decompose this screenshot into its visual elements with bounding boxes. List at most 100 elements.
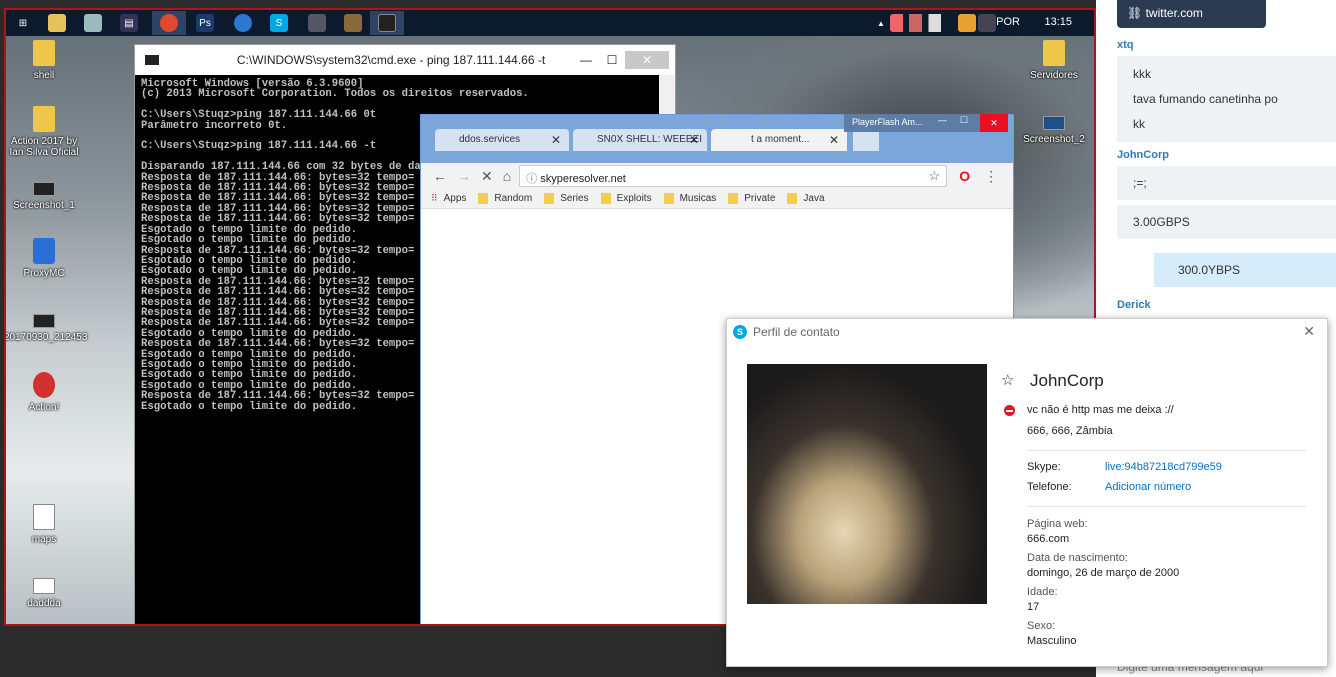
skype-icon: S bbox=[733, 325, 747, 339]
document-icon bbox=[33, 504, 55, 530]
app-icon[interactable]: ▤ bbox=[120, 14, 138, 32]
desktop-icon-screenshot-1[interactable]: Screenshot_1 bbox=[6, 174, 84, 211]
age-value: 17 bbox=[1027, 601, 1040, 613]
address-bar[interactable]: ⓘ skyperesolver.net ☆ bbox=[519, 165, 948, 187]
minimize-button[interactable]: — bbox=[938, 115, 947, 125]
profile-photo bbox=[747, 364, 987, 604]
bookmark-folder[interactable]: Musicas bbox=[663, 193, 716, 204]
message-bubble[interactable]: ;=; bbox=[1117, 166, 1336, 200]
link-icon: ⛓ bbox=[1127, 6, 1146, 20]
birth-value: domingo, 26 de março de 2000 bbox=[1027, 567, 1180, 579]
desktop-icon-servidores[interactable]: Servidores bbox=[1014, 40, 1094, 81]
skype-id[interactable]: live:94b87218cd799e59 bbox=[1105, 461, 1222, 473]
chrome-toolbar: ← → ✕ ⌂ ⓘ skyperesolver.net ☆ O ⋮ bbox=[421, 163, 1013, 189]
web-value: 666.com bbox=[1027, 533, 1070, 545]
own-message-bubble[interactable]: 300.0YBPS bbox=[1154, 253, 1336, 287]
bookmark-star-icon[interactable]: ☆ bbox=[929, 168, 941, 184]
computer-icon bbox=[33, 238, 55, 264]
birth-label: Data de nascimento: bbox=[1027, 552, 1128, 564]
tab-active[interactable]: t a moment... ✕ bbox=[711, 129, 847, 151]
minimize-button[interactable]: — bbox=[573, 53, 599, 67]
minecraft-icon[interactable] bbox=[344, 14, 362, 32]
bookmark-folder[interactable]: Private bbox=[728, 193, 775, 204]
message-bubble[interactable]: kkk tava fumando canetinha po kk bbox=[1117, 56, 1336, 142]
cmd-titlebar[interactable]: C:\WINDOWS\system32\cmd.exe - ping 187.1… bbox=[135, 45, 675, 75]
link-preview[interactable]: ⛓ twitter.com bbox=[1117, 0, 1266, 28]
chrome-taskbar-icon[interactable] bbox=[160, 14, 178, 32]
contact-profile-dialog[interactable]: S Perfil de contato ✕ ☆ JohnCorp vc não … bbox=[726, 318, 1328, 667]
tray-clock[interactable]: 13:15 bbox=[1044, 16, 1072, 28]
favorite-star-icon[interactable]: ☆ bbox=[1001, 371, 1014, 389]
opera-icon[interactable]: O bbox=[959, 168, 970, 184]
message-sender: Derick bbox=[1117, 299, 1151, 311]
explorer-icon[interactable] bbox=[48, 14, 66, 32]
folder-icon bbox=[663, 193, 674, 204]
close-tab-icon[interactable]: ✕ bbox=[551, 133, 561, 147]
tray-icons[interactable] bbox=[890, 14, 954, 32]
skype-label: Skype: bbox=[1027, 461, 1061, 473]
age-label: Idade: bbox=[1027, 586, 1058, 598]
desktop-icon-maps[interactable]: maps bbox=[6, 504, 84, 545]
document-icon bbox=[33, 578, 55, 594]
stop-icon[interactable]: ✕ bbox=[481, 168, 493, 185]
tray-app-icon[interactable] bbox=[958, 14, 976, 32]
tray-language[interactable]: POR bbox=[996, 16, 1020, 28]
do-not-disturb-icon bbox=[1004, 405, 1015, 416]
network-icon[interactable] bbox=[978, 14, 996, 32]
flash-player-window[interactable]: PlayerFlash Am... — ☐ ✕ bbox=[844, 114, 1008, 132]
bookmark-folder[interactable]: Exploits bbox=[600, 193, 652, 204]
folder-icon bbox=[33, 40, 55, 66]
profile-header: S Perfil de contato ✕ bbox=[727, 319, 1327, 345]
desktop-icon-daddda[interactable]: daddda bbox=[6, 570, 84, 609]
flash-title: PlayerFlash Am... bbox=[852, 117, 923, 127]
folder-icon bbox=[544, 193, 555, 204]
cmd-title: C:\WINDOWS\system32\cmd.exe - ping 187.1… bbox=[236, 53, 546, 67]
desktop-icon-action-folder[interactable]: Action 2017 by Ian Silva Oficial bbox=[6, 106, 84, 158]
cmd-taskbar-icon[interactable] bbox=[378, 14, 396, 32]
app-icon[interactable] bbox=[308, 14, 326, 32]
close-button[interactable]: ✕ bbox=[980, 114, 1008, 132]
new-tab-button[interactable] bbox=[853, 129, 879, 151]
desktop-icon-screenshot-2[interactable]: Screenshot_2 bbox=[1014, 108, 1094, 145]
bookmark-folder[interactable]: Series bbox=[544, 193, 589, 204]
close-button[interactable]: ✕ bbox=[625, 51, 669, 69]
message-sender: JohnCorp bbox=[1117, 149, 1169, 161]
back-icon[interactable]: ← bbox=[433, 168, 447, 184]
tab-shell[interactable]: SN0X SHELL: WEEEEI ✕ bbox=[573, 129, 707, 151]
contact-name: JohnCorp bbox=[1030, 371, 1104, 390]
bookmark-folder[interactable]: Java bbox=[787, 193, 825, 204]
desktop-icon-action[interactable]: Action! bbox=[6, 372, 84, 413]
status-message: vc não é http mas me deixa :// bbox=[1027, 404, 1174, 416]
skype-taskbar-icon[interactable]: S bbox=[270, 14, 288, 32]
close-tab-icon[interactable]: ✕ bbox=[689, 133, 699, 147]
close-tab-icon[interactable]: ✕ bbox=[829, 133, 839, 147]
desktop-icon-proxymc[interactable]: ProxyMC bbox=[6, 238, 84, 279]
info-icon: ⓘ bbox=[526, 173, 541, 185]
maximize-button[interactable]: ☐ bbox=[960, 115, 968, 126]
app-icon[interactable] bbox=[234, 14, 252, 32]
desktop-icon-shell[interactable]: shell bbox=[6, 40, 84, 81]
tab-ddos[interactable]: ddos.services ✕ bbox=[435, 129, 569, 151]
location: 666, 666, Zâmbia bbox=[1027, 425, 1113, 437]
menu-icon[interactable]: ⋮ bbox=[984, 168, 998, 185]
forward-icon[interactable]: → bbox=[457, 168, 471, 184]
tray-chevron-icon[interactable]: ▲ bbox=[872, 14, 890, 32]
close-icon[interactable]: ✕ bbox=[1303, 323, 1315, 340]
folder-icon bbox=[728, 193, 739, 204]
bookmark-apps[interactable]: ⠿ Apps bbox=[431, 193, 466, 204]
desktop-icon-screenshot-file[interactable]: 20170930_212453 bbox=[6, 306, 87, 343]
folder-icon bbox=[600, 193, 611, 204]
app-icon[interactable] bbox=[84, 14, 102, 32]
start-icon[interactable]: ⊞ bbox=[14, 14, 32, 32]
bookmark-folder[interactable]: Random bbox=[478, 193, 532, 204]
photoshop-icon[interactable]: Ps bbox=[196, 14, 214, 32]
home-icon[interactable]: ⌂ bbox=[503, 168, 511, 184]
sex-value: Masculino bbox=[1027, 635, 1077, 647]
folder-icon bbox=[478, 193, 489, 204]
action-app-icon bbox=[33, 372, 55, 398]
add-phone-link[interactable]: Adicionar número bbox=[1105, 481, 1191, 493]
folder-icon bbox=[33, 106, 55, 132]
message-bubble[interactable]: 3.00GBPS bbox=[1117, 205, 1336, 239]
remote-taskbar: ⊞ ▤ Ps S ▲ POR 13:15 bbox=[6, 10, 1094, 36]
maximize-button[interactable]: ☐ bbox=[599, 53, 625, 67]
